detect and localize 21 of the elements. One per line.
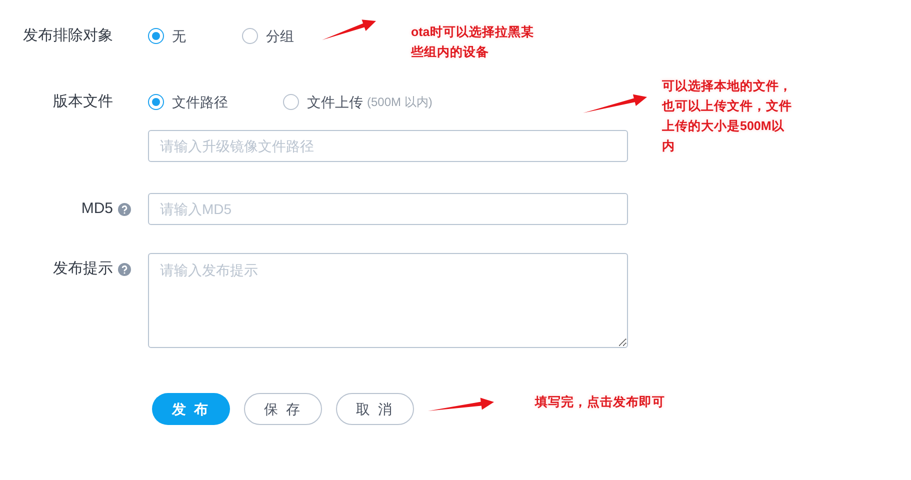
field-label: MD5 [81,198,113,219]
annotation-text: 填写完，点击发布即可 [535,394,666,411]
form-button[interactable]: 取 消 [336,393,414,425]
radio-option[interactable]: 无 [148,26,242,46]
input-field[interactable]: 请输入升级镜像文件路径 [148,130,628,162]
help-icon[interactable] [118,262,131,276]
help-icon[interactable] [118,202,131,216]
input-field[interactable]: 请输入MD5 [148,193,628,225]
field-label: 发布提示 [53,258,113,279]
arrow-icon [322,20,376,40]
radio-option[interactable]: 文件路径 [148,92,283,112]
arrow-icon [583,94,647,113]
annotation-text: 可以选择本地的文件，也可以上传文件，文件上传的大小是500M以内 [662,78,792,155]
textarea-field[interactable]: 请输入发布提示 [148,253,628,348]
radio-option[interactable]: 分组 [242,26,294,46]
arrow-icon [428,398,494,411]
form-button[interactable]: 保 存 [244,393,322,425]
field-label: 版本文件 [53,92,114,112]
radio-option[interactable]: 文件上传 (500M 以内) [283,92,432,112]
annotation-text: ota时可以选择拉黑某些组内的设备 [411,24,535,61]
field-label: 发布排除对象 [23,26,114,46]
